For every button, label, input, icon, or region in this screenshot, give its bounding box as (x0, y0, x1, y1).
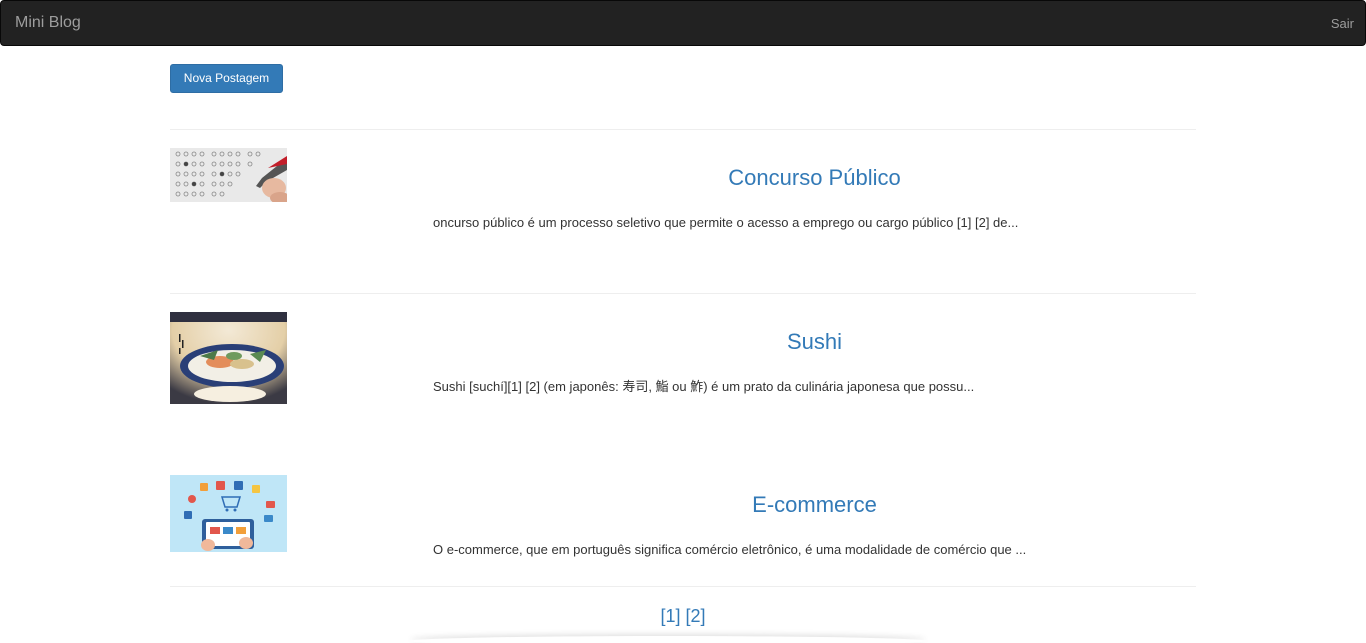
logout-link[interactable]: Sair (1331, 16, 1354, 31)
new-post-button[interactable]: Nova Postagem (170, 64, 283, 93)
exam-answer-sheet-image[interactable] (170, 148, 287, 202)
ecommerce-tablet-image[interactable] (170, 475, 287, 552)
divider (170, 129, 1196, 130)
post-title-link[interactable]: Concurso Público (433, 165, 1196, 191)
post-excerpt: oncurso público é um processo seletivo q… (433, 215, 1019, 230)
post-title-link[interactable]: Sushi (433, 329, 1196, 355)
pagination: [1] [2] (0, 606, 1366, 627)
page-1-link[interactable]: [1] (660, 606, 680, 626)
brand-link[interactable]: Mini Blog (15, 14, 81, 32)
divider (170, 586, 1196, 587)
sushi-painting-image[interactable] (170, 312, 287, 404)
navbar: Mini Blog Sair (0, 0, 1366, 46)
post-excerpt: O e-commerce, que em português significa… (433, 542, 1027, 557)
divider (170, 293, 1196, 294)
footer-shadow (410, 636, 926, 643)
post-title-link[interactable]: E-commerce (433, 492, 1196, 518)
page-2-link[interactable]: [2] (686, 606, 706, 626)
post-excerpt: Sushi [suchí][1] [2] (em japonês: 寿司, 鮨 … (433, 379, 975, 394)
